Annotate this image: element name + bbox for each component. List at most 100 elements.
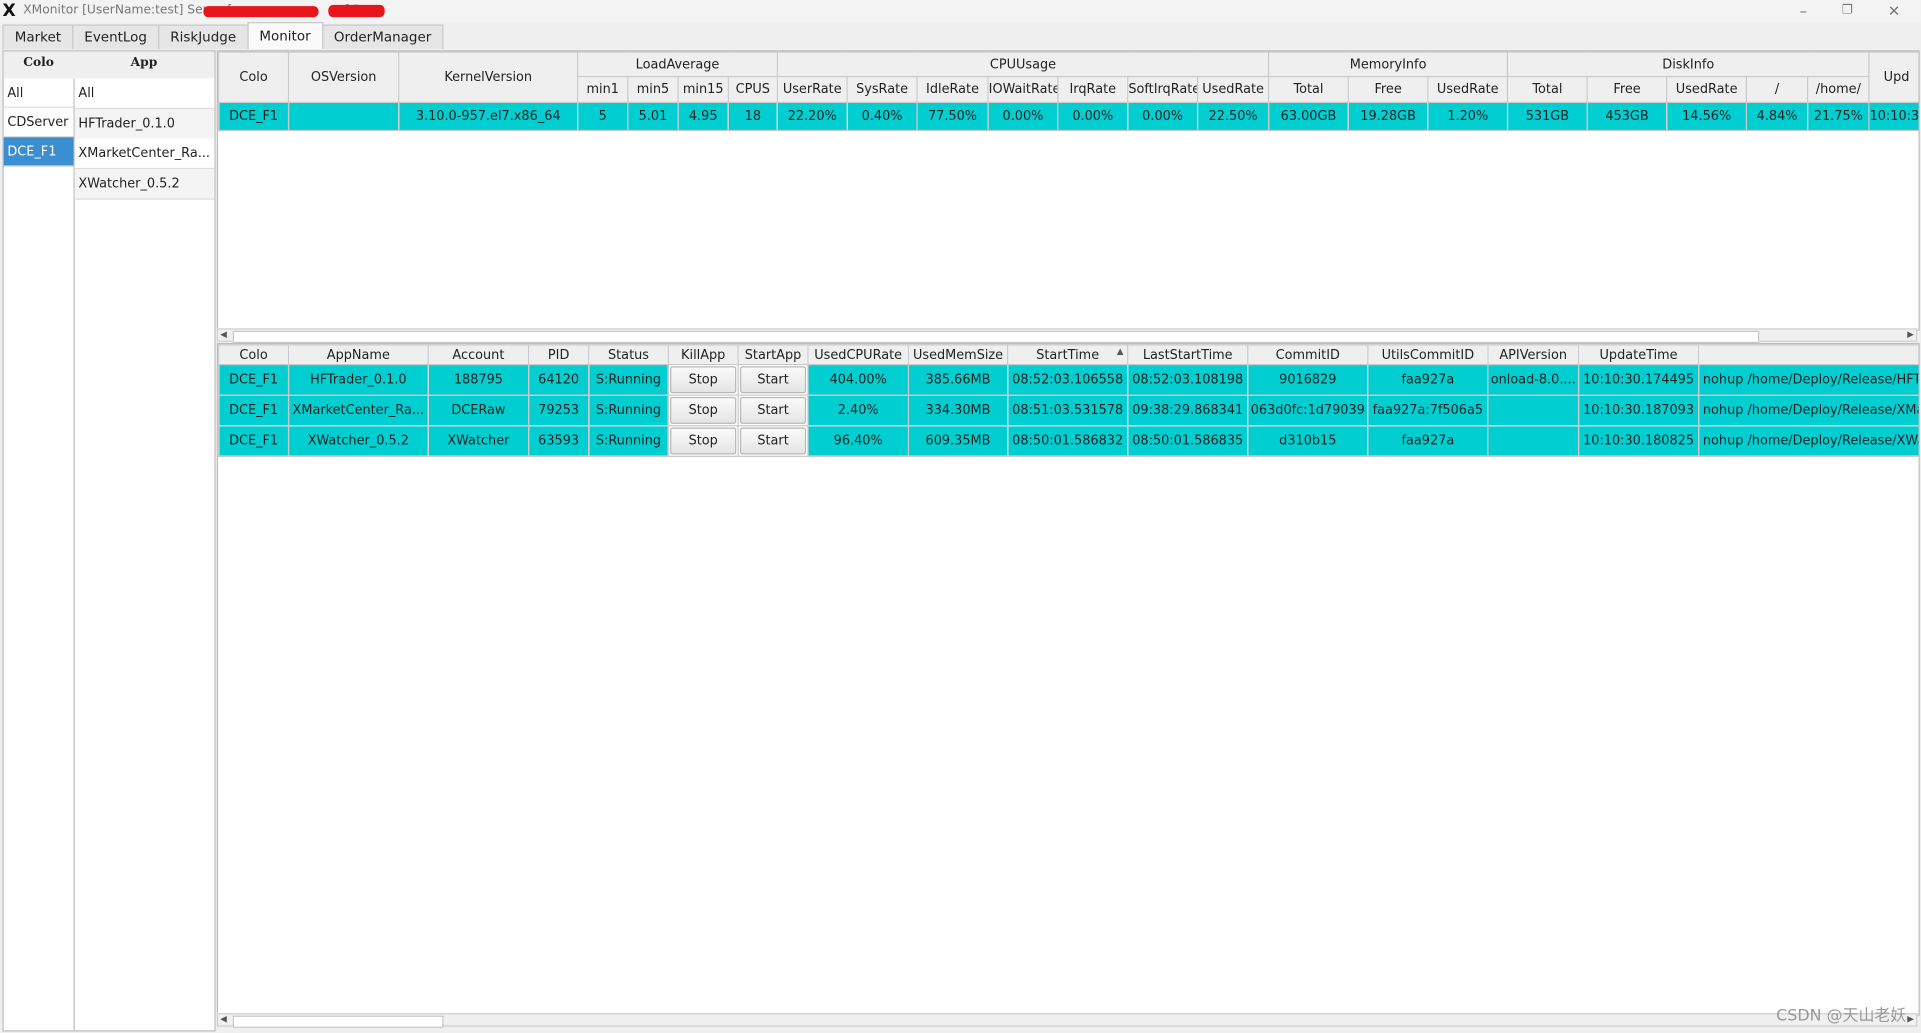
minimize-icon[interactable]: –	[1791, 1, 1816, 21]
header-starttime[interactable]: StartTime ▲	[1007, 344, 1129, 366]
scroll-right-icon[interactable]: ▶	[1905, 1014, 1916, 1025]
tab-market[interactable]: Market	[2, 24, 74, 50]
app-item[interactable]: XWatcher_0.5.2	[74, 168, 215, 200]
table-row[interactable]: DCE_F1 XWatcher_0.5.2 XWatcher 63593 S:Runni…	[218, 425, 1919, 457]
subheader[interactable]: UserRate	[776, 75, 848, 103]
subheader[interactable]: IOWaitRate	[987, 75, 1059, 103]
header-colo[interactable]: Colo	[218, 51, 290, 103]
header-utilscommitid[interactable]: UtilsCommitID	[1367, 344, 1489, 366]
table-row[interactable]: DCE_F1 HFTrader_0.1.0 188795 64120 S:Running…	[218, 363, 1919, 396]
cell: DCE_F1	[218, 394, 290, 427]
tab-riskjudge[interactable]: RiskJudge	[158, 24, 249, 50]
header-diskinfo[interactable]: DiskInfo	[1506, 51, 1870, 78]
cell: HFTrader_0.1.0	[287, 363, 429, 396]
cell: d310b15	[1247, 425, 1369, 457]
tab-eventlog[interactable]: EventLog	[72, 24, 160, 50]
cell: nohup /home/Deploy/Release/XWatc	[1697, 425, 1919, 457]
tab-monitor[interactable]: Monitor	[247, 22, 323, 50]
header-upd[interactable]: Upd	[1868, 51, 1919, 103]
subheader[interactable]: CPUS	[727, 75, 778, 103]
subheader[interactable]: UsedRate	[1427, 75, 1509, 103]
redaction-mark	[203, 6, 319, 18]
cell: 79253	[528, 394, 590, 427]
subheader[interactable]: UsedRate	[1196, 75, 1270, 103]
app-item[interactable]: XMarketCenter_Ra...	[74, 138, 215, 170]
scrollbar-thumb[interactable]	[232, 1015, 444, 1028]
restore-icon[interactable]: ❐	[1835, 1, 1860, 21]
subheader[interactable]: Total	[1506, 75, 1588, 103]
table-row[interactable]: DCE_F1 XMarketCenter_Ra... DCERaw 79253 S:Ru…	[218, 394, 1919, 427]
header-label: Account	[452, 347, 505, 363]
tab-ordermanager[interactable]: OrderManager	[321, 24, 444, 50]
stop-button[interactable]: Stop	[670, 427, 737, 455]
header-kernelversion[interactable]: KernelVersion	[398, 51, 579, 103]
scroll-left-icon[interactable]: ◀	[218, 330, 229, 341]
header-startapp[interactable]: StartApp	[737, 344, 809, 366]
header-commitid[interactable]: CommitID	[1247, 344, 1369, 366]
subheader[interactable]: min1	[577, 75, 629, 103]
header-cpuusage[interactable]: CPUUsage	[776, 51, 1270, 78]
scrollbar-thumb[interactable]	[232, 330, 1760, 344]
header-label: CommitID	[1275, 347, 1340, 363]
header-updatetime[interactable]: UpdateTime	[1577, 344, 1700, 366]
subheader[interactable]: Free	[1586, 75, 1668, 103]
colo-item[interactable]: CDServer	[3, 108, 74, 138]
header-laststarttime[interactable]: LastStartTime	[1127, 344, 1249, 366]
header-pid[interactable]: PID	[528, 344, 590, 366]
start-button[interactable]: Start	[739, 396, 807, 424]
subheader[interactable]: IrqRate	[1057, 75, 1129, 103]
header-usedmemsize[interactable]: UsedMemSize	[907, 344, 1009, 366]
scroll-right-icon[interactable]: ▶	[1905, 330, 1916, 341]
app-item[interactable]: HFTrader_0.1.0	[74, 108, 215, 140]
host-table-scrollbar[interactable]: ◀ ▶	[216, 328, 1918, 344]
subheader[interactable]: Free	[1347, 75, 1429, 103]
subheader[interactable]: SoftIrqRate	[1127, 75, 1199, 103]
subheader[interactable]: Total	[1268, 75, 1349, 103]
cell: 10:10:30.187093	[1577, 394, 1700, 427]
stop-button[interactable]: Stop	[670, 366, 737, 394]
cell: 0.40%	[846, 101, 918, 132]
header-label: UtilsCommitID	[1381, 347, 1475, 363]
stop-button[interactable]: Stop	[670, 396, 737, 424]
colo-item[interactable]: All	[3, 78, 74, 108]
cell: Start	[737, 425, 809, 457]
cell: 5	[577, 101, 629, 132]
subheader[interactable]: /	[1745, 75, 1809, 103]
table-row[interactable]: DCE_F1 3.10.0-957.el7.x86_64 5 5.01 4.95 18 22…	[218, 101, 1919, 132]
subheader[interactable]: SysRate	[846, 75, 918, 103]
watermark: CSDN @天山老妖	[1776, 1007, 1907, 1026]
subheader[interactable]: UsedRate	[1666, 75, 1748, 103]
colo-item[interactable]: DCE_F1	[3, 137, 74, 167]
header-label: LastStartTime	[1142, 347, 1233, 363]
header-osversion[interactable]: OSVersion	[287, 51, 400, 103]
cell: Start	[737, 363, 809, 396]
close-icon[interactable]: ✕	[1882, 1, 1907, 21]
sort-ascending-icon: ▲	[1116, 346, 1124, 357]
subheader[interactable]: /home/	[1807, 75, 1870, 103]
start-button[interactable]: Start	[739, 366, 807, 394]
cell: Stop	[667, 394, 739, 427]
cell: 385.66MB	[907, 363, 1009, 396]
header-appname[interactable]: AppName	[287, 344, 429, 366]
app-item[interactable]: All	[74, 78, 215, 110]
header-command[interactable]	[1697, 344, 1919, 366]
header-usedcpurate[interactable]: UsedCPURate	[807, 344, 910, 366]
header-killapp[interactable]: KillApp	[667, 344, 739, 366]
subheader[interactable]: min5	[627, 75, 679, 103]
header-account[interactable]: Account	[427, 344, 530, 366]
header-memoryinfo[interactable]: MemoryInfo	[1268, 51, 1509, 78]
subheader[interactable]: IdleRate	[916, 75, 989, 103]
start-button[interactable]: Start	[739, 427, 807, 455]
header-loadaverage[interactable]: LoadAverage	[577, 51, 778, 78]
cell: Start	[737, 394, 809, 427]
cell	[287, 101, 400, 132]
scroll-left-icon[interactable]: ◀	[218, 1014, 229, 1025]
header-colo[interactable]: Colo	[218, 344, 290, 366]
subheader[interactable]: min15	[677, 75, 729, 103]
cell: 10:10:30.180825	[1577, 425, 1700, 457]
header-status[interactable]: Status	[588, 344, 669, 366]
title-bar: X XMonitor [UserName:test] Server[]@ – ❐…	[0, 0, 1921, 24]
app-table-scrollbar[interactable]: ◀ ▶	[216, 1013, 1918, 1028]
cell: 4.95	[677, 101, 729, 132]
header-apiversion[interactable]: APIVersion	[1487, 344, 1580, 366]
